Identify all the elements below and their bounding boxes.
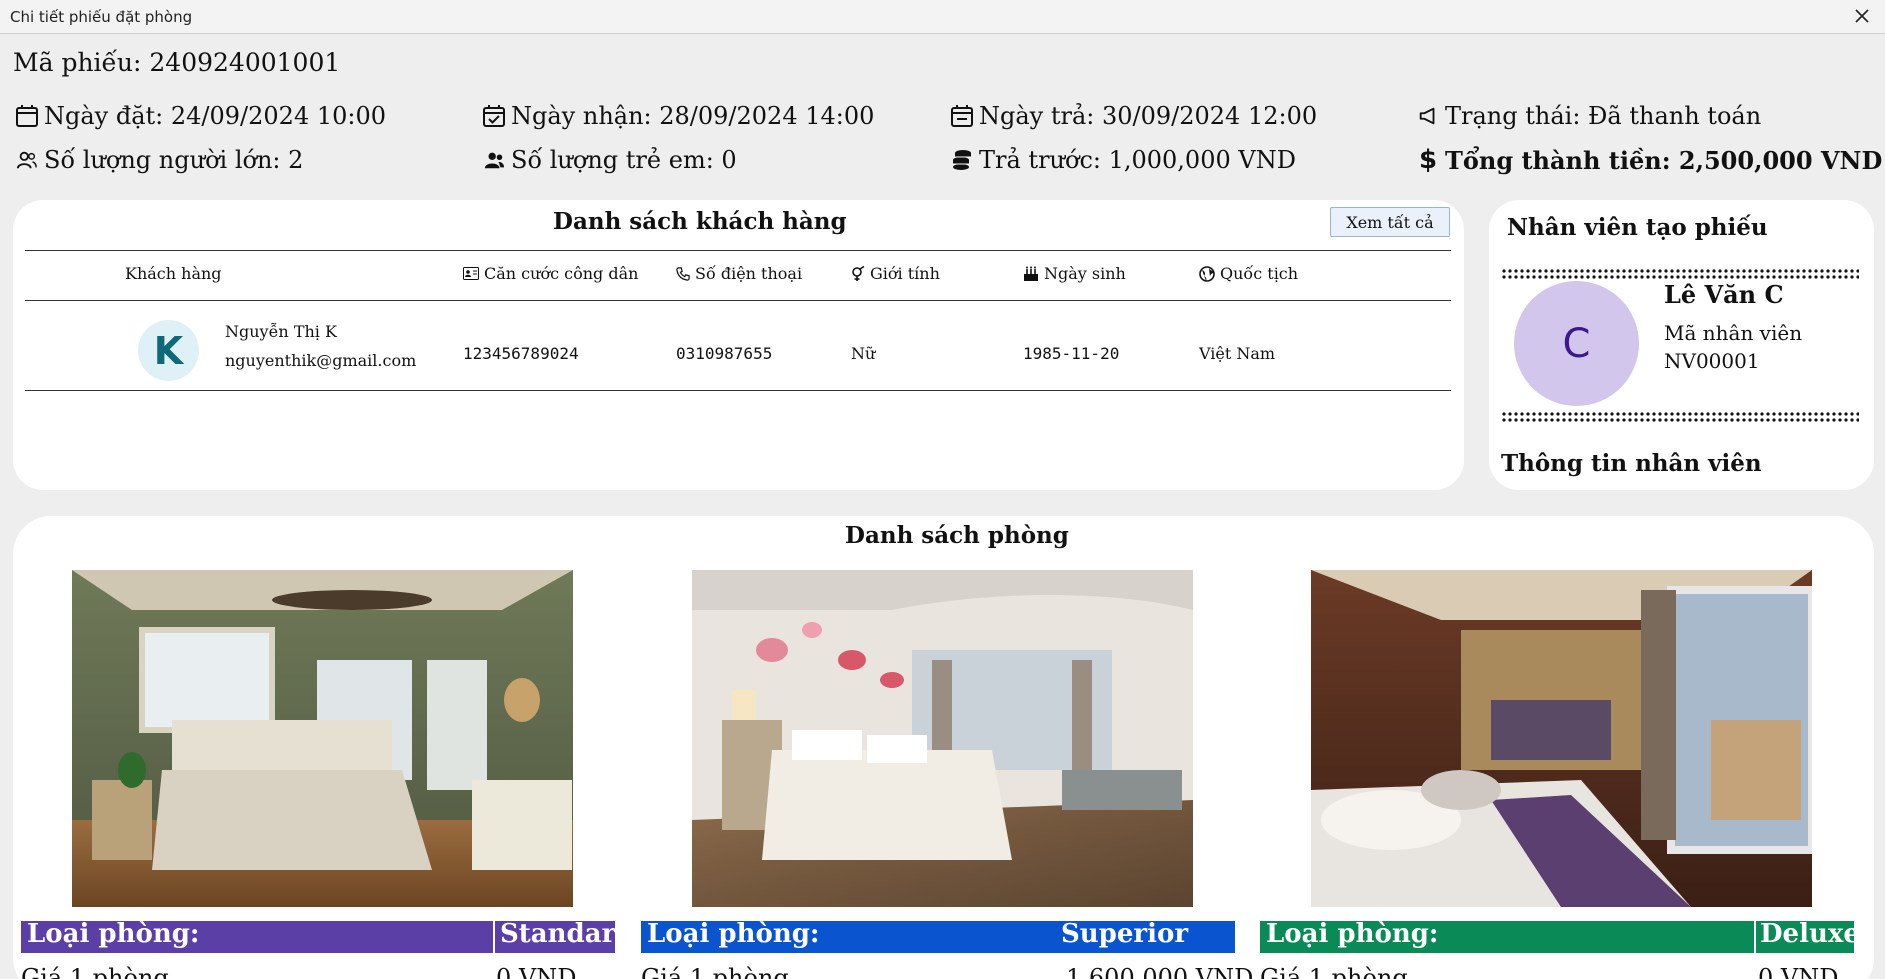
- dotted-divider: [1501, 411, 1859, 423]
- room-price-value: 0 VND: [496, 964, 577, 979]
- dotted-divider: [1501, 268, 1859, 280]
- child-count: Số lượng trẻ em: 0: [479, 145, 737, 175]
- room-type-bar: Loại phòng: Deluxe: [1260, 919, 1860, 953]
- staff-code: NV00001: [1664, 349, 1760, 373]
- customer-phone: 0310987655: [676, 344, 773, 363]
- close-icon[interactable]: [1849, 3, 1875, 29]
- coins-icon: [947, 145, 977, 175]
- room-list-card: Danh sách phòng Loại phòng: Standard Giá…: [13, 516, 1874, 979]
- staff-card-title: Nhân viên tạo phiếu: [1507, 214, 1768, 241]
- customer-id-card: 123456789024: [463, 344, 579, 363]
- booking-status: Trạng thái: Đã thanh toán: [1413, 101, 1761, 131]
- megaphone-icon: [1413, 101, 1443, 131]
- room-type-label: Loại phòng:: [647, 919, 820, 949]
- users-icon: [12, 145, 42, 175]
- room-price-label: Giá 1 phòng: [21, 964, 169, 979]
- room-price-value: 0 VND: [1758, 964, 1839, 979]
- prepaid-amount: Trả trước: 1,000,000 VND: [947, 145, 1296, 175]
- divider: [25, 300, 1451, 301]
- col-customer: Khách hàng: [125, 264, 222, 283]
- room-type-value: Superior: [1061, 919, 1189, 949]
- users-solid-icon: [479, 145, 509, 175]
- staff-info-link[interactable]: Thông tin nhân viên: [1501, 450, 1762, 477]
- room-image[interactable]: [72, 570, 573, 907]
- staff-name: Lê Văn C: [1664, 280, 1784, 309]
- calendar-icon: [12, 101, 42, 131]
- staff-avatar: C: [1514, 281, 1639, 406]
- divider: [25, 390, 1451, 391]
- checkin-date: Ngày nhận: 28/09/2024 14:00: [479, 101, 874, 131]
- window-titlebar: Chi tiết phiếu đặt phòng: [0, 0, 1885, 34]
- customer-list-card: Danh sách khách hàng Xem tất cả Khách hà…: [13, 200, 1464, 490]
- room-type-label: Loại phòng:: [27, 919, 200, 949]
- divider: [25, 250, 1451, 251]
- col-nationality: Quốc tịch: [1199, 264, 1298, 283]
- room-type-bar: Loại phòng: Superior: [641, 919, 1235, 953]
- room-price-label: Giá 1 phòng: [641, 964, 789, 979]
- customer-gender: Nữ: [851, 344, 876, 363]
- customer-email: nguyenthik@gmail.com: [225, 351, 417, 370]
- room-list-title: Danh sách phòng: [845, 522, 1069, 549]
- customer-list-title: Danh sách khách hàng: [553, 208, 847, 235]
- globe-icon: [1199, 265, 1215, 282]
- cake-icon: [1024, 266, 1038, 281]
- room-type-bar: Loại phòng: Standard: [21, 919, 633, 953]
- bar-separator: [493, 921, 495, 953]
- total-amount: $ Tổng thành tiền: 2,500,000 VND: [1413, 145, 1882, 175]
- calendar-check-icon: [479, 101, 509, 131]
- customer-dob: 1985-11-20: [1023, 344, 1120, 363]
- phone-icon: [676, 266, 690, 281]
- gender-icon: [852, 265, 865, 281]
- customer-nationality: Việt Nam: [1199, 344, 1276, 363]
- room-type-value: Deluxe: [1760, 919, 1860, 949]
- avatar: K: [138, 320, 199, 381]
- checkout-date: Ngày trả: 30/09/2024 12:00: [947, 101, 1317, 131]
- booking-date: Ngày đặt: 24/09/2024 10:00: [12, 101, 386, 131]
- room-type-label: Loại phòng:: [1266, 919, 1439, 949]
- calendar-minus-icon: [947, 101, 977, 131]
- dollar-icon: $: [1418, 145, 1438, 175]
- col-phone: Số điện thoại: [676, 264, 802, 283]
- col-id-card: Căn cước công dân: [463, 264, 638, 283]
- room-price-label: Giá 1 phòng: [1260, 964, 1408, 979]
- staff-card: Nhân viên tạo phiếu C Lê Văn C Mã nhân v…: [1489, 200, 1874, 490]
- staff-code-label: Mã nhân viên: [1664, 321, 1803, 345]
- window-title: Chi tiết phiếu đặt phòng: [10, 8, 193, 26]
- room-price-value: 1,600,000 VND: [1066, 964, 1254, 979]
- room-image[interactable]: [692, 570, 1193, 907]
- customer-name: Nguyễn Thị K: [225, 322, 337, 341]
- room-type-value: Standard: [500, 919, 634, 949]
- col-gender: Giới tính: [851, 264, 940, 283]
- bar-separator: [1754, 921, 1756, 953]
- room-image[interactable]: [1311, 570, 1812, 907]
- view-all-button[interactable]: Xem tất cả: [1330, 207, 1450, 237]
- adult-count: Số lượng người lớn: 2: [12, 145, 303, 175]
- col-dob: Ngày sinh: [1023, 264, 1126, 283]
- id-card-icon: [463, 267, 479, 280]
- ticket-code: Mã phiếu: 240924001001: [13, 48, 341, 77]
